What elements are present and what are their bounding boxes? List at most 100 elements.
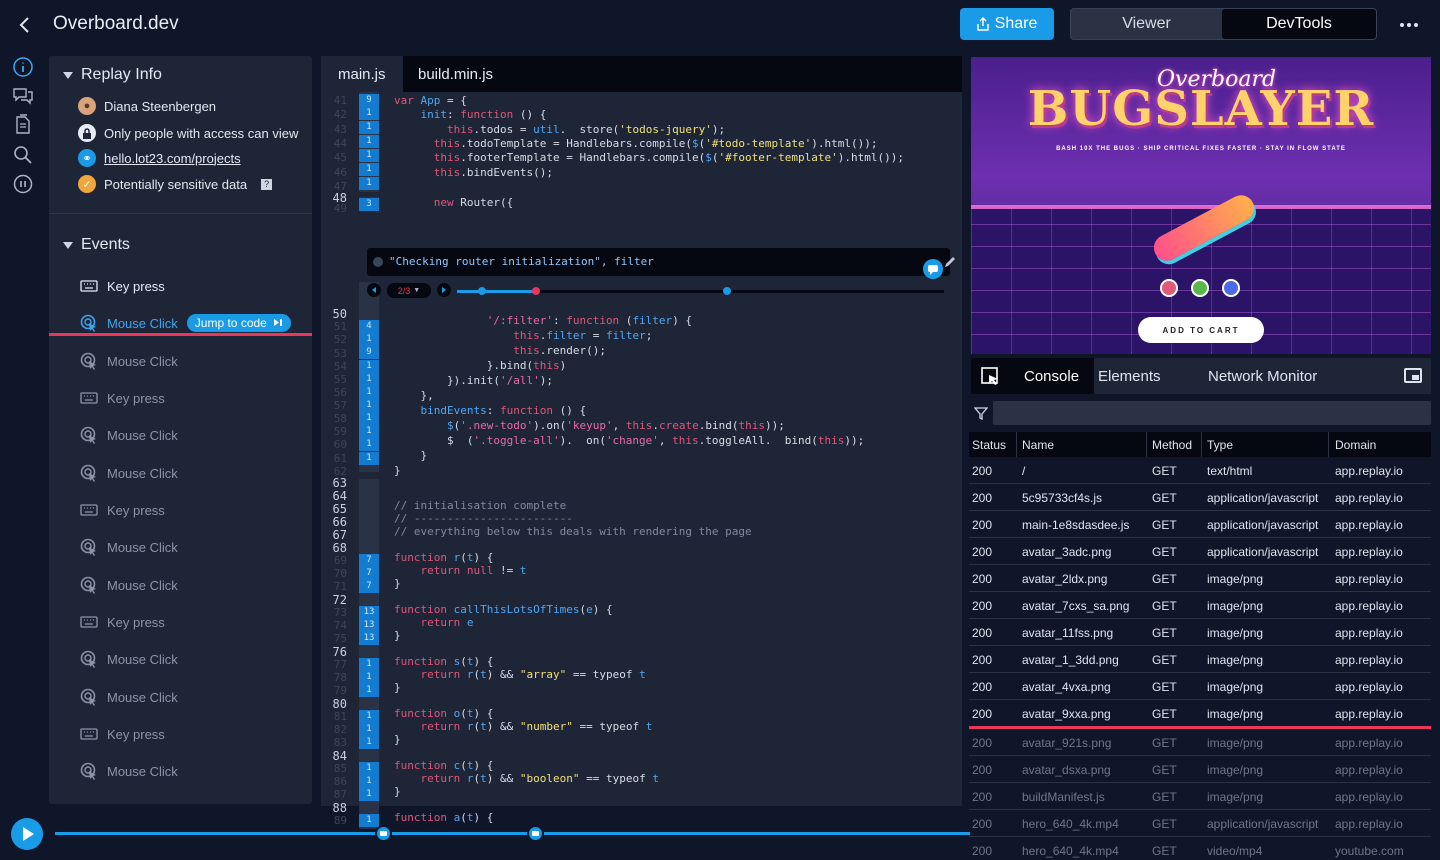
hit-count[interactable]: 1	[359, 135, 379, 148]
event-item[interactable]: Mouse Click	[80, 350, 178, 372]
line-number[interactable]: 44	[321, 137, 347, 150]
line-number[interactable]: 70	[321, 567, 347, 580]
line-number[interactable]: 64	[321, 489, 347, 503]
event-item[interactable]: Mouse Click	[80, 536, 178, 558]
hit-count[interactable]: 3	[359, 198, 379, 211]
hit-count[interactable]: 9	[359, 346, 379, 359]
logpoint-expression[interactable]: "Checking router initialization", filter	[389, 255, 654, 268]
hit-count[interactable]: 1	[359, 149, 379, 162]
event-item[interactable]: Mouse Click	[80, 574, 178, 596]
event-item[interactable]: Mouse Click	[80, 462, 178, 484]
hit-count[interactable]: 13	[359, 619, 379, 632]
line-number[interactable]: 74	[321, 619, 347, 632]
event-item[interactable]: Mouse Click	[80, 686, 178, 708]
line-number[interactable]: 46	[321, 166, 347, 179]
line-number[interactable]: 51	[321, 320, 347, 333]
column-divider[interactable]	[1201, 432, 1202, 457]
network-row[interactable]: 200 buildManifest.js GET image/png app.repla…	[969, 783, 1431, 810]
line-number[interactable]: 83	[321, 736, 347, 749]
add-comment-icon[interactable]	[923, 259, 943, 279]
hit-count[interactable]: 1	[359, 107, 379, 120]
pencil-icon[interactable]	[942, 254, 958, 270]
column-divider[interactable]	[1016, 432, 1017, 457]
line-number[interactable]: 55	[321, 373, 347, 386]
element-picker-icon[interactable]	[971, 358, 1009, 394]
replay-url[interactable]: ⚭ hello.lot23.com/projects	[78, 147, 241, 169]
network-row[interactable]: 200 5c95733cf4s.js GET application/javascri…	[969, 484, 1431, 511]
hit-count[interactable]: 1	[359, 373, 379, 386]
network-row[interactable]: 200 avatar_3adc.png GET application/javascr…	[969, 538, 1431, 565]
network-row[interactable]: 200 hero_640_4k.mp4 GET application/javascr…	[969, 810, 1431, 837]
line-number[interactable]: 63	[321, 476, 347, 490]
line-number[interactable]: 59	[321, 425, 347, 438]
hit-count[interactable]: 9	[359, 94, 379, 107]
line-number[interactable]: 78	[321, 671, 347, 684]
more-options-icon[interactable]	[1398, 14, 1420, 36]
line-number[interactable]: 88	[321, 801, 347, 815]
hit-count[interactable]: 4	[359, 320, 379, 333]
event-item[interactable]: Key press	[80, 275, 165, 297]
line-number[interactable]: 85	[321, 762, 347, 775]
viewer-toggle-button[interactable]: Viewer	[1071, 9, 1222, 39]
line-number[interactable]: 86	[321, 775, 347, 788]
line-number[interactable]: 75	[321, 632, 347, 645]
logpoint-panel[interactable]: "Checking router initialization", filter	[367, 248, 955, 276]
jump-to-code-button[interactable]: Jump to code	[186, 314, 291, 332]
hit-count[interactable]: 1	[359, 438, 379, 451]
hit-count[interactable]: 1	[359, 762, 379, 775]
line-number[interactable]: 67	[321, 528, 347, 542]
network-row[interactable]: 200 avatar_2ldx.png GET image/png app.replay…	[969, 565, 1431, 592]
network-row[interactable]: 200 hero_640_4k.mp4 GET video/mp4 youtube.co…	[969, 837, 1431, 860]
column-divider[interactable]	[1146, 432, 1147, 457]
hit-count[interactable]: 1	[359, 671, 379, 684]
previous-hit-icon[interactable]	[367, 283, 381, 297]
hit-count[interactable]: 13	[359, 632, 379, 645]
column-method[interactable]: Method	[1152, 438, 1192, 452]
hit-count[interactable]: 1	[359, 723, 379, 736]
line-number[interactable]: 68	[321, 541, 347, 555]
network-row[interactable]: 200 avatar_921s.png GET image/png app.replay…	[969, 729, 1431, 756]
hit-count[interactable]: 7	[359, 580, 379, 593]
tab-network-monitor[interactable]: Network Monitor	[1193, 358, 1332, 394]
back-arrow-icon[interactable]	[14, 14, 36, 36]
add-to-cart-button[interactable]: ADD TO CART	[1138, 317, 1264, 343]
column-divider[interactable]	[1328, 432, 1329, 457]
events-header[interactable]: Events	[63, 236, 130, 254]
hit-count[interactable]: 1	[359, 684, 379, 697]
help-icon[interactable]: ?	[261, 178, 273, 190]
playback-timeline[interactable]	[55, 832, 970, 835]
line-number[interactable]: 82	[321, 723, 347, 736]
tab-main-js[interactable]: main.js	[321, 56, 403, 92]
column-domain[interactable]: Domain	[1335, 438, 1376, 452]
network-row[interactable]: 200 avatar_11fss.png GET image/png app.repla…	[969, 619, 1431, 646]
line-number[interactable]: 53	[321, 347, 347, 360]
line-number[interactable]: 56	[321, 386, 347, 399]
hit-count[interactable]: 1	[359, 710, 379, 723]
line-number[interactable]: 66	[321, 515, 347, 529]
line-number[interactable]: 61	[321, 452, 347, 465]
line-number[interactable]: 42	[321, 108, 347, 121]
event-item[interactable]: Mouse Click Jump to code	[80, 312, 291, 334]
line-number[interactable]: 73	[321, 606, 347, 619]
hit-count[interactable]: 1	[359, 386, 379, 399]
line-number[interactable]: 84	[321, 749, 347, 763]
line-number[interactable]: 58	[321, 412, 347, 425]
hit-count[interactable]: 1	[359, 814, 379, 827]
event-item[interactable]: Mouse Click	[80, 760, 178, 782]
current-hit-marker[interactable]	[532, 287, 540, 295]
line-number[interactable]: 54	[321, 360, 347, 373]
hit-count[interactable]: 1	[359, 121, 379, 134]
color-swatch-blue[interactable]	[1222, 279, 1240, 297]
hit-marker[interactable]	[478, 287, 486, 295]
line-number[interactable]: 71	[321, 580, 347, 593]
network-row[interactable]: 200 avatar_7cxs_sa.png GET image/png app.rep…	[969, 592, 1431, 619]
devtools-toggle-button[interactable]: DevTools	[1222, 9, 1376, 39]
hit-count[interactable]: 1	[359, 399, 379, 412]
hit-count[interactable]: 1	[359, 425, 379, 438]
line-number[interactable]: 76	[321, 645, 347, 659]
event-item[interactable]: Key press	[80, 723, 165, 745]
line-number[interactable]: 69	[321, 554, 347, 567]
hit-count[interactable]: 1	[359, 333, 379, 346]
hit-count[interactable]: 1	[359, 360, 379, 373]
network-row[interactable]: 200 avatar_dsxa.png GET image/png app.replay…	[969, 756, 1431, 783]
